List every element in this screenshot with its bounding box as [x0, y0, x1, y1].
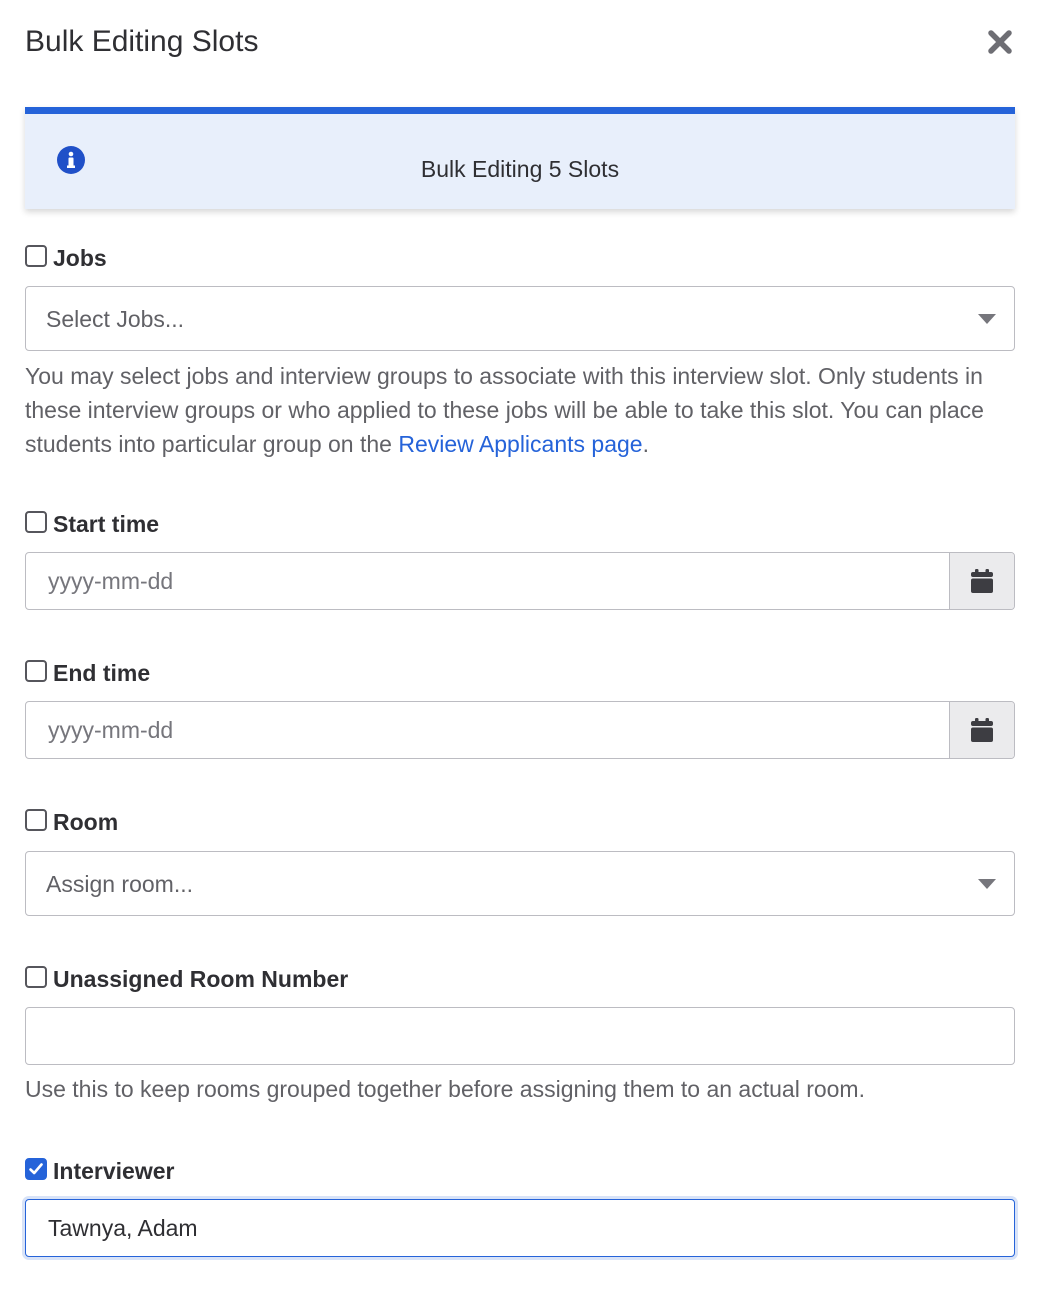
- end-time-calendar-button[interactable]: [949, 702, 1014, 758]
- start-time-field-header: Start time: [25, 509, 159, 539]
- start-time-label: Start time: [53, 511, 160, 537]
- room-checkbox[interactable]: [25, 809, 47, 831]
- room-field-header: Room: [25, 807, 118, 837]
- jobs-select[interactable]: Select Jobs...: [25, 286, 1015, 351]
- unassigned-room-help-text: Use this to keep rooms grouped together …: [25, 1076, 865, 1102]
- unassigned-room-checkbox[interactable]: [25, 966, 47, 988]
- room-select[interactable]: Assign room...: [25, 851, 1015, 916]
- unassigned-room-field-header: Unassigned Room Number: [25, 964, 348, 994]
- end-time-label: End time: [53, 660, 151, 686]
- jobs-help-suffix: .: [642, 431, 649, 457]
- jobs-select-placeholder: Select Jobs...: [46, 306, 185, 332]
- unassigned-room-input[interactable]: [25, 1007, 1015, 1065]
- close-icon[interactable]: [986, 28, 1014, 56]
- start-time-calendar-button[interactable]: [949, 553, 1014, 609]
- interviewer-input[interactable]: [25, 1199, 1015, 1257]
- jobs-checkbox[interactable]: [25, 245, 47, 267]
- start-time-input[interactable]: [26, 553, 950, 609]
- review-applicants-link[interactable]: Review Applicants page: [398, 431, 642, 457]
- room-label: Room: [53, 809, 119, 835]
- end-time-input-group: [25, 701, 1015, 759]
- interviewer-label: Interviewer: [53, 1158, 175, 1184]
- chevron-down-icon: [978, 314, 996, 324]
- interviewer-checkbox[interactable]: [25, 1158, 47, 1180]
- jobs-label: Jobs: [53, 245, 107, 271]
- calendar-icon: [971, 718, 993, 742]
- end-time-checkbox[interactable]: [25, 660, 47, 682]
- unassigned-room-label: Unassigned Room Number: [53, 966, 349, 992]
- start-time-checkbox[interactable]: [25, 511, 47, 533]
- interviewer-field-header: Interviewer: [25, 1156, 174, 1186]
- checkmark-icon: [29, 1163, 43, 1175]
- start-time-input-group: [25, 552, 1015, 610]
- info-alert: Bulk Editing 5 Slots: [25, 107, 1015, 209]
- chevron-down-icon: [978, 879, 996, 889]
- modal-title: Bulk Editing Slots: [25, 25, 259, 58]
- alert-message: Bulk Editing 5 Slots: [420, 156, 620, 182]
- end-time-input[interactable]: [26, 702, 950, 758]
- jobs-field-header: Jobs: [25, 243, 107, 273]
- calendar-icon: [971, 569, 993, 593]
- room-select-placeholder: Assign room...: [46, 871, 193, 897]
- jobs-help-text: You may select jobs and interview groups…: [25, 359, 1015, 461]
- bulk-edit-modal: Bulk Editing Slots Bulk Editing 5 Slots …: [0, 0, 1046, 1292]
- end-time-field-header: End time: [25, 658, 150, 688]
